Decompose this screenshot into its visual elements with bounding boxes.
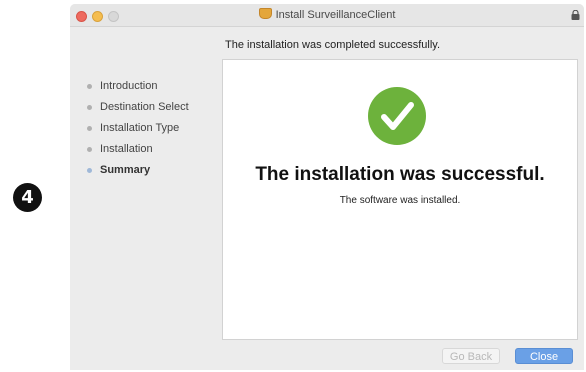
- sidebar-item-installation-type: Installation Type: [84, 118, 219, 139]
- installer-window: Install SurveillanceClient The installat…: [70, 4, 584, 370]
- checkmark-icon: [368, 87, 426, 145]
- sidebar-item-summary: Summary: [84, 160, 219, 181]
- window-title: Install SurveillanceClient: [275, 9, 396, 21]
- sidebar-item-label: Installation Type: [100, 122, 180, 134]
- page: 4 Install SurveillanceClient The install…: [0, 0, 586, 372]
- sidebar-item-label: Summary: [100, 164, 151, 176]
- step-bullet-icon: [87, 168, 92, 173]
- close-button[interactable]: Close: [515, 348, 573, 364]
- step-bullet-icon: [87, 105, 92, 110]
- sidebar-item-introduction: Introduction: [84, 76, 219, 97]
- lock-icon: [571, 10, 580, 20]
- sidebar-item-destination-select: Destination Select: [84, 97, 219, 118]
- success-message: The software was installed.: [339, 195, 461, 206]
- go-back-button[interactable]: Go Back: [442, 348, 500, 364]
- summary-panel: The installation was successful. The sof…: [222, 59, 578, 340]
- success-heading: The installation was successful.: [255, 164, 545, 185]
- page-header: The installation was completed successfu…: [225, 39, 441, 51]
- step-bullet-icon: [87, 84, 92, 89]
- sidebar-item-label: Destination Select: [100, 101, 189, 113]
- sidebar-item-installation: Installation: [84, 139, 219, 160]
- package-icon: [258, 8, 272, 19]
- sidebar-item-label: Introduction: [100, 80, 158, 92]
- step-bullet-icon: [87, 147, 92, 152]
- window-title-group: Install SurveillanceClient: [70, 8, 584, 21]
- sidebar-item-label: Installation: [100, 143, 153, 155]
- step-bullet-icon: [87, 126, 92, 131]
- title-bar[interactable]: Install SurveillanceClient: [70, 4, 584, 27]
- installer-steps-sidebar: Introduction Destination Select Installa…: [84, 76, 219, 181]
- step-number-badge: 4: [13, 183, 42, 212]
